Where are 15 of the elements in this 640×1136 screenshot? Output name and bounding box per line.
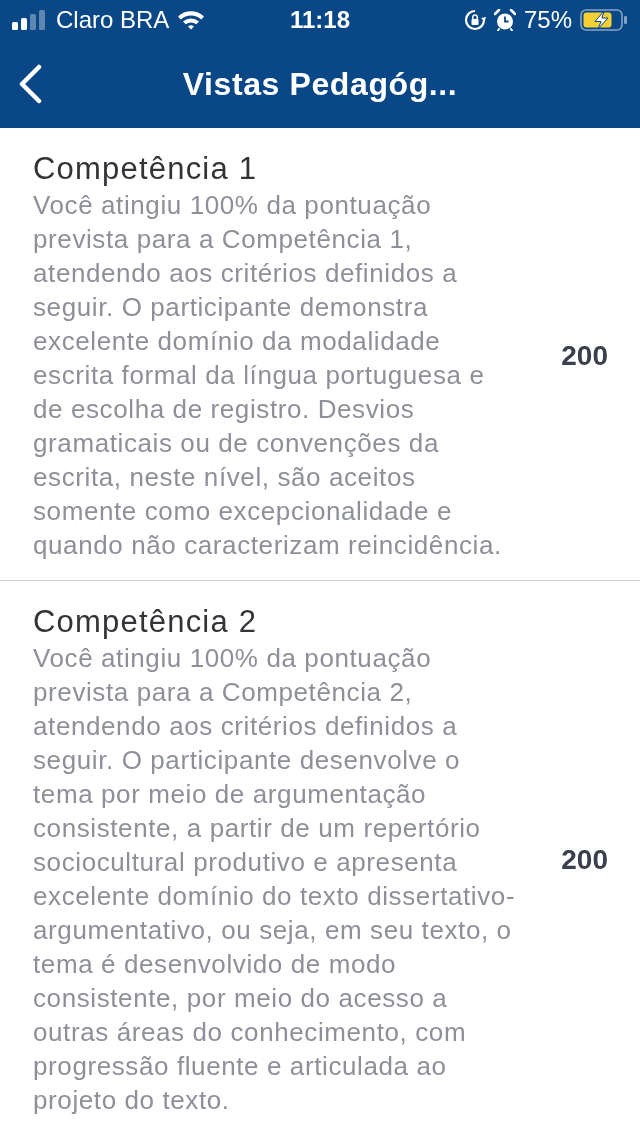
competency-score: 200 <box>561 339 608 373</box>
wifi-icon <box>177 10 206 30</box>
rotation-lock-icon <box>463 9 486 31</box>
nav-title: Vistas Pedagóg... <box>182 68 458 100</box>
battery-percent: 75% <box>523 8 572 32</box>
competency-description: Você atingiu 100% da pontuação prevista para a Competência 1, atendendo aos critérios definidos a seguir. O participante demonstra excelente domínio da modalidade escrita formal da língua portuguesa e de escolha de registro. Desvios gramaticais ou de convenções da escrita, neste nível, são aceitos somente como excepcionalidade e quando não caracterizam reincidência. <box>33 189 503 562</box>
competency-description: Você atingiu 100% da pontuação prevista para a Competência 2, atendendo aos critérios definidos a seguir. O participante desenvolve o tema por meio de argumentação consistente, a partir de um repertório sociocultural produtivo e apresenta excelente domínio do texto dissertativo-argumentativo, ou seja, em seu texto, o tema é desenvolvido de modo consistente, por meio do acesso a outras áreas do conhecimento, com progressão fluente e articulada ao projeto do texto. <box>33 642 517 1117</box>
competency-score: 200 <box>561 843 608 877</box>
back-chevron-icon <box>17 64 43 104</box>
signal-icon <box>12 10 48 30</box>
alarm-clock-icon <box>493 9 516 31</box>
competency-title: Competência 1 <box>33 150 259 188</box>
status-time: 11:18 <box>289 8 351 32</box>
competency-title: Competência 2 <box>33 603 259 641</box>
carrier-name: Claro BRA <box>56 8 170 32</box>
